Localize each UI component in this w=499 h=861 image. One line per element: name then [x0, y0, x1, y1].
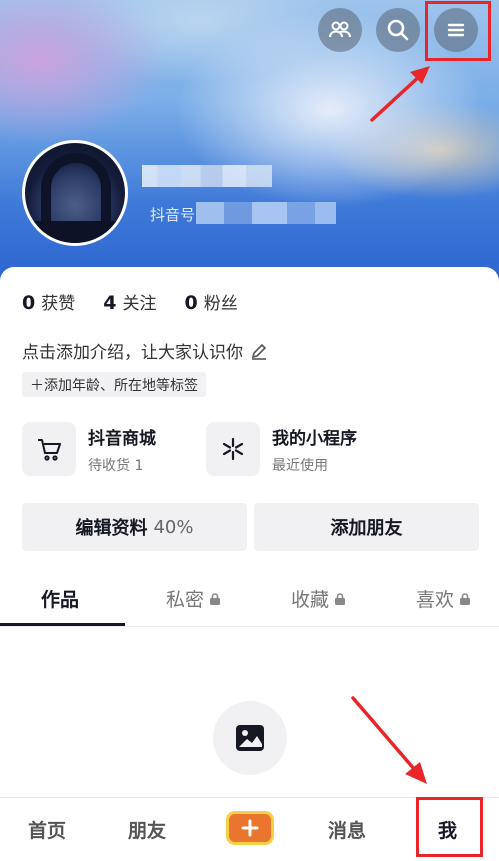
tab-likes-label: 喜欢 — [416, 589, 455, 611]
friends-button[interactable] — [318, 8, 362, 52]
stat-followers-label: 粉丝 — [203, 294, 238, 314]
douyin-id-redacted — [196, 202, 336, 224]
create-button[interactable] — [226, 811, 274, 845]
add-friend-button[interactable]: 添加朋友 — [254, 503, 479, 551]
avatar[interactable] — [22, 140, 128, 246]
pencil-icon — [251, 343, 267, 360]
edit-profile-button[interactable]: 编辑资料 40% — [22, 503, 247, 551]
douyin-store-entry[interactable]: 抖音商城 待收货 1 — [22, 422, 156, 476]
search-icon — [387, 19, 409, 41]
mini-title: 我的小程序 — [272, 428, 357, 449]
profile-card: 0 获赞 4 关注 0 粉丝 点击添加介绍，让大家认识你 ＋添加年龄、所在地等标签 抖… — [0, 267, 499, 797]
nav-messages[interactable]: 消息 — [328, 816, 366, 843]
people-icon — [329, 21, 351, 38]
search-button[interactable] — [376, 8, 420, 52]
nickname-redacted — [142, 165, 272, 187]
stat-followers-count: 0 — [184, 292, 198, 314]
content-tabs: 作品 私密 收藏 喜欢 — [0, 582, 499, 627]
mini-subtitle: 最近使用 — [272, 457, 328, 474]
stat-likes-count: 0 — [22, 292, 36, 314]
store-subtitle: 待收货 1 — [88, 457, 144, 474]
mini-program-icon — [206, 422, 260, 476]
tab-works-label: 作品 — [41, 589, 80, 611]
store-title: 抖音商城 — [88, 428, 156, 449]
tab-likes[interactable]: 喜欢 — [416, 585, 471, 612]
lock-icon — [335, 592, 346, 605]
douyin-id-label: 抖音号 — [150, 206, 196, 224]
bio-text: 点击添加介绍，让大家认识你 — [22, 343, 243, 363]
stat-likes[interactable]: 0 获赞 — [22, 289, 75, 314]
annotation-highlight-menu — [425, 1, 491, 61]
tab-private[interactable]: 私密 — [166, 585, 221, 612]
tab-private-label: 私密 — [166, 589, 205, 611]
tab-favorites[interactable]: 收藏 — [291, 585, 346, 612]
lock-icon — [210, 592, 221, 605]
stat-followers[interactable]: 0 粉丝 — [184, 289, 237, 314]
profile-completion: 40% — [153, 516, 194, 538]
plus-icon — [241, 819, 259, 837]
image-icon — [236, 725, 264, 751]
cart-icon — [22, 422, 76, 476]
tab-favorites-label: 收藏 — [291, 589, 330, 611]
stat-following-count: 4 — [103, 292, 117, 314]
mini-programs-entry[interactable]: 我的小程序 最近使用 — [206, 422, 357, 476]
bio-edit[interactable]: 点击添加介绍，让大家认识你 — [22, 338, 269, 363]
add-tags-chip[interactable]: ＋添加年龄、所在地等标签 — [22, 372, 206, 397]
tab-works[interactable]: 作品 — [41, 585, 79, 612]
active-tab-indicator — [0, 623, 125, 626]
nav-friends[interactable]: 朋友 — [128, 816, 166, 843]
stat-likes-label: 获赞 — [41, 294, 76, 314]
upload-photo-button[interactable] — [213, 701, 287, 775]
stat-following-label: 关注 — [122, 294, 157, 314]
stat-following[interactable]: 4 关注 — [103, 289, 156, 314]
annotation-highlight-me — [416, 797, 483, 857]
lock-icon — [460, 592, 471, 605]
edit-profile-label: 编辑资料 — [75, 518, 148, 539]
stats-row: 0 获赞 4 关注 0 粉丝 — [22, 289, 238, 314]
nav-home[interactable]: 首页 — [28, 816, 66, 843]
